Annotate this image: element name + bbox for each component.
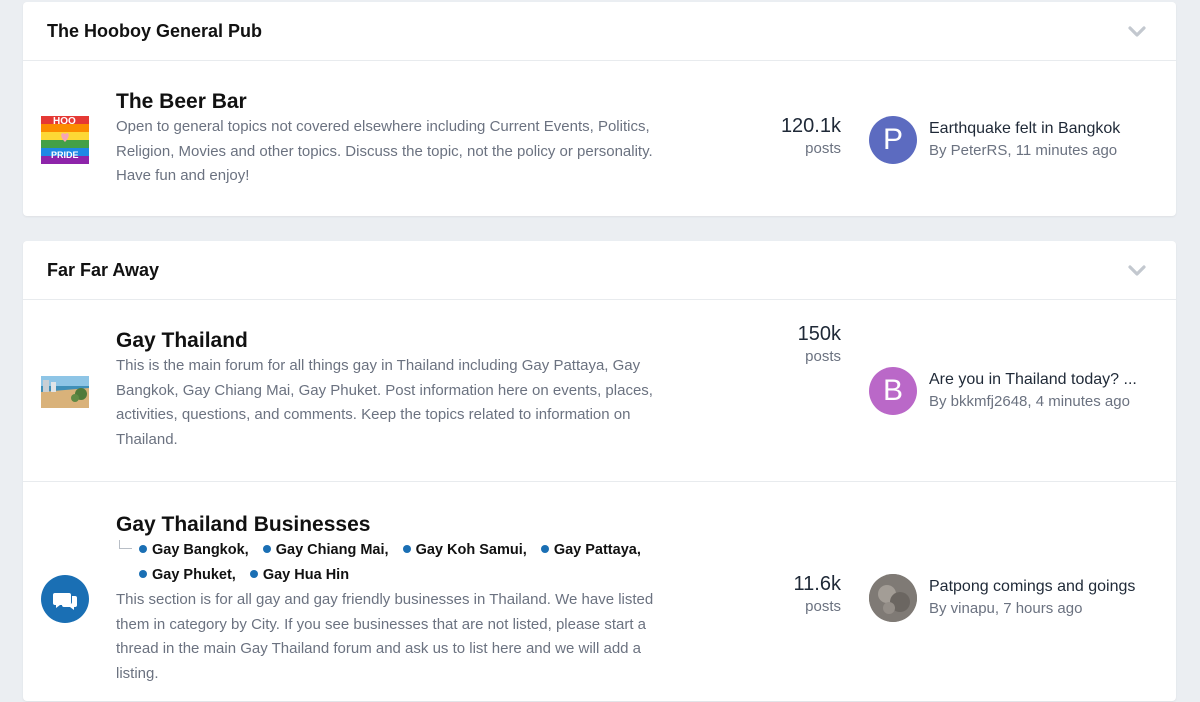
subforum-label: Gay Phuket, [152, 567, 236, 583]
subforum-link[interactable]: Gay Koh Samui, [402, 538, 527, 563]
subforum-label: Gay Koh Samui, [415, 542, 527, 558]
forum-title[interactable]: The Beer Bar [116, 89, 716, 115]
pride-icon[interactable]: HOO PRIDE [41, 116, 89, 164]
section-title: Far Far Away [47, 259, 160, 280]
forum-description: Open to general topics not covered elsew… [116, 115, 716, 189]
desc-line: thread in the main Gay Thailand forum an… [116, 640, 642, 658]
unread-dot-icon [139, 570, 147, 578]
subforum-list: Gay Bangkok, Gay Chiang Mai, Gay Koh Sam… [116, 538, 716, 588]
section-header: Far Far Away [23, 241, 1176, 300]
desc-line: Bangkok, Gay Chiang Mai, Gay Phuket. Pos… [116, 381, 653, 399]
avatar-letter: P [882, 123, 903, 156]
forum-description: This is the main forum for all things ga… [116, 354, 716, 453]
section-title: The Hooboy General Pub [47, 20, 263, 41]
beach-icon[interactable] [41, 376, 89, 408]
desc-line: Have fun and enjoy! [116, 167, 250, 185]
forum-main: Gay Thailand Businesses Gay Bangkok, Gay… [116, 512, 716, 687]
unread-dot-icon [249, 570, 258, 578]
forum-title[interactable]: Gay Thailand [116, 328, 716, 354]
subforum-label: Gay Chiang Mai, [275, 542, 389, 558]
forum-main: Gay Thailand This is the main forum for … [116, 328, 716, 453]
forum-row-gay-thailand: Gay Thailand This is the main forum for … [23, 300, 1176, 482]
section-header: The Hooboy General Pub [23, 2, 1176, 61]
avatar-letter: B [882, 374, 903, 407]
post-count-label: posts [805, 140, 841, 157]
desc-line: activities, questions, and comments. Kee… [116, 406, 631, 424]
subforum-link[interactable]: Gay Phuket, [139, 563, 236, 588]
unread-dot-icon [262, 545, 271, 553]
desc-line: Religion, Movies and other topics. Discu… [116, 142, 653, 160]
subforum-link[interactable]: Gay Hua Hin [249, 563, 350, 588]
icon-text-bottom: PRIDE [51, 150, 79, 160]
chat-bubbles-icon[interactable] [41, 575, 89, 623]
forum-title[interactable]: Gay Thailand Businesses [116, 512, 716, 538]
avatar-photo-icon [869, 574, 917, 622]
section-general-pub: The Hooboy General Pub HOO PRIDE The Bee… [23, 2, 1176, 216]
unread-dot-icon [139, 545, 147, 553]
forum-main: The Beer Bar Open to general topics not … [116, 89, 716, 189]
chevron-down-icon[interactable] [1127, 21, 1147, 41]
last-post-title[interactable]: Earthquake felt in Bangkok [929, 118, 1120, 140]
forum-row-gay-thailand-businesses: Gay Thailand Businesses Gay Bangkok, Gay… [23, 482, 1176, 702]
desc-line: Thailand. [116, 431, 178, 449]
post-stats: 11.6k posts [763, 572, 841, 618]
subforum-label: Gay Hua Hin [262, 567, 350, 583]
post-stats: 150k posts [763, 322, 841, 368]
desc-line: them in category by City. If you see bus… [116, 615, 646, 633]
post-count: 11.6k [793, 573, 841, 595]
subforum-elbow [119, 540, 132, 549]
subforum-label: Gay Bangkok, [152, 542, 249, 558]
post-count-label: posts [805, 598, 841, 615]
post-count: 150k [797, 323, 841, 345]
last-post-meta: By bkkmfj2648, 4 minutes ago [929, 393, 1130, 410]
section-far-far-away: Far Far Away Gay Thailand This is the ma… [23, 241, 1176, 701]
avatar[interactable]: B [869, 367, 917, 415]
post-count-label: posts [805, 348, 841, 365]
avatar[interactable]: P [869, 116, 917, 164]
desc-line: This is the main forum for all things ga… [116, 357, 641, 374]
last-post-title[interactable]: Patpong comings and goings [929, 576, 1135, 598]
forum-description: This section is for all gay and gay frie… [116, 588, 716, 687]
subforum-link[interactable]: Gay Chiang Mai, [262, 538, 389, 563]
post-stats: 120.1k posts [763, 114, 841, 160]
post-count: 120.1k [780, 115, 841, 137]
desc-line: This section is for all gay and gay frie… [116, 591, 654, 608]
subforum-link[interactable]: Gay Bangkok, [139, 538, 249, 563]
unread-dot-icon [540, 545, 549, 553]
last-post-title[interactable]: Are you in Thailand today? ... [929, 369, 1137, 391]
last-post-meta: By PeterRS, 11 minutes ago [929, 142, 1118, 159]
last-post-meta: By vinapu, 7 hours ago [929, 600, 1083, 617]
last-post: Patpong comings and goings By vinapu, 7 … [869, 574, 1135, 622]
icon-text-top: HOO [53, 116, 76, 127]
forum-row-beer-bar: HOO PRIDE The Beer Bar Open to general t… [23, 61, 1176, 216]
subforum-link[interactable]: Gay Pattaya, [540, 538, 641, 563]
desc-line: Open to general topics not covered elsew… [116, 118, 650, 135]
last-post: B Are you in Thailand today? ... By bkkm… [869, 367, 1137, 415]
chevron-down-icon[interactable] [1127, 260, 1147, 280]
avatar[interactable] [869, 574, 917, 622]
unread-dot-icon [402, 545, 411, 553]
last-post: P Earthquake felt in Bangkok By PeterRS,… [869, 116, 1120, 164]
subforum-label: Gay Pattaya, [553, 542, 641, 558]
desc-line: listing. [116, 665, 159, 683]
